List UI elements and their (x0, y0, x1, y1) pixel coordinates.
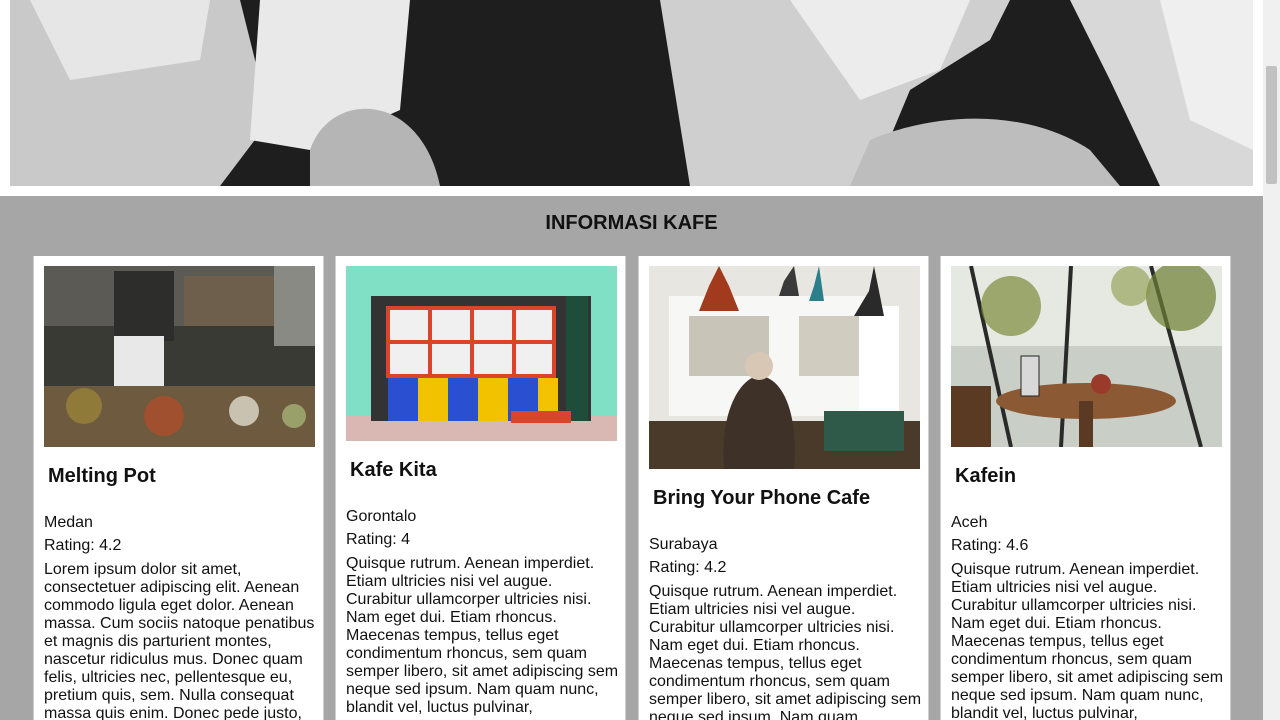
hero-image (10, 0, 1253, 186)
cafe-description: Quisque rutrum. Aenean imperdiet. Etiam … (951, 561, 1224, 720)
scrollbar-thumb[interactable] (1266, 66, 1277, 184)
cafe-description: Quisque rutrum. Aenean imperdiet. Etiam … (346, 555, 619, 716)
cafe-city: Medan (44, 514, 93, 531)
cafe-description: Lorem ipsum dolor sit amet, consectetuer… (44, 561, 315, 720)
cafe-description: Quisque rutrum. Aenean imperdiet. Etiam … (649, 583, 922, 720)
cafe-name: Kafe Kita (350, 459, 437, 481)
cafe-rating: Rating: 4 (346, 531, 411, 548)
cafe-card: Bring Your Phone Cafe Surabaya Rating: 4… (638, 256, 929, 720)
cafe-photo (951, 266, 1222, 447)
cafe-card: Kafe Kita Gorontalo Rating: 4 Quisque ru… (335, 256, 626, 720)
cafe-rating: Rating: 4.2 (649, 559, 727, 576)
cafe-photo (346, 266, 617, 441)
section-title: INFORMASI KAFE (545, 212, 718, 234)
cafe-photo (649, 266, 920, 469)
cafe-city: Surabaya (649, 536, 718, 553)
cafe-rating: Rating: 4.6 (951, 537, 1029, 554)
cafe-photo (44, 266, 315, 447)
cafe-city: Gorontalo (346, 508, 417, 525)
vertical-scrollbar[interactable] (1263, 0, 1280, 720)
cafe-name: Melting Pot (48, 465, 156, 487)
cafe-card: Melting Pot Medan Rating: 4.2 Lorem ipsu… (33, 256, 324, 720)
cafe-rating: Rating: 4.2 (44, 537, 122, 554)
cafe-city: Aceh (951, 514, 988, 531)
page: INFORMASI KAFE Melting Pot Medan Rating:… (0, 0, 1263, 720)
cafe-name: Kafein (955, 465, 1017, 487)
hero-banner (0, 0, 1263, 196)
cafe-name: Bring Your Phone Cafe (653, 487, 871, 509)
cafe-card: Kafein Aceh Rating: 4.6 Quisque rutrum. … (940, 256, 1231, 720)
